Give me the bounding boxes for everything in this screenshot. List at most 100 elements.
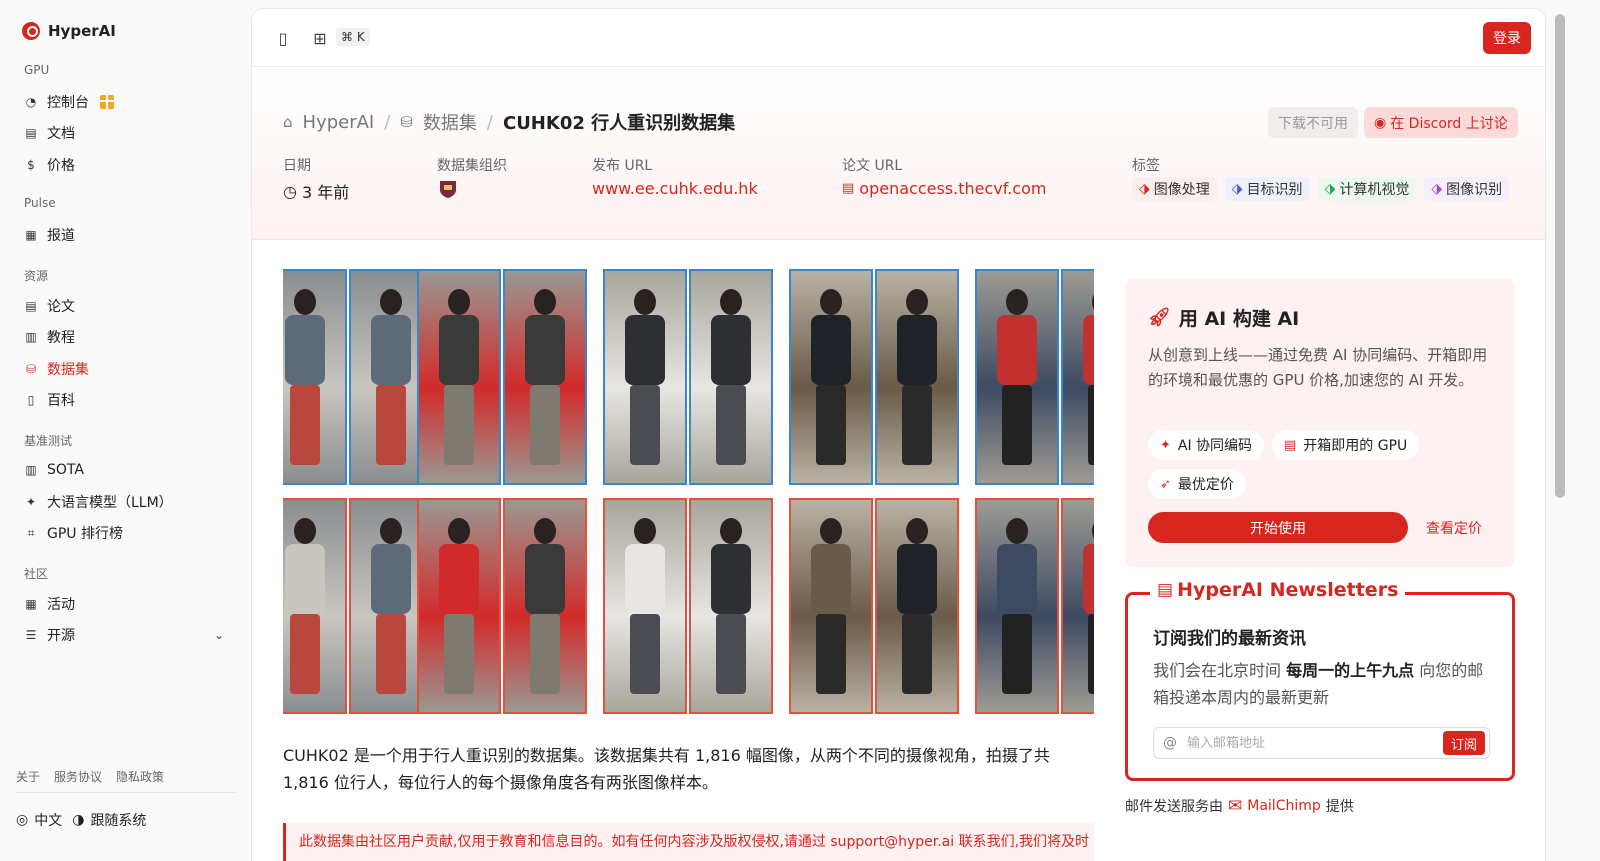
person-torso	[371, 544, 411, 614]
chip-best-price: ➶ 最优定价	[1148, 469, 1246, 499]
breadcrumb-home[interactable]: HyperAI	[303, 112, 375, 133]
newsletter-text-pre: 我们会在北京时间	[1153, 661, 1287, 680]
nav-section-resources: 资源	[24, 269, 49, 283]
ai-promo-title-text: 用 AI 构建 AI	[1178, 308, 1300, 330]
download-button[interactable]: 下载不可用	[1268, 107, 1358, 138]
pedestrian-photo	[975, 269, 1059, 485]
pedestrian-photo	[689, 269, 773, 485]
tag-icon: ⬗	[1431, 181, 1443, 197]
chevron-down-icon[interactable]: ⌄	[214, 628, 224, 642]
view-pricing-link[interactable]: 查看定价	[1426, 518, 1482, 538]
sidebar-item-opensource[interactable]: ☰ 开源	[24, 624, 75, 646]
discord-label: 在 Discord 上讨论	[1390, 115, 1508, 132]
page-scrollbar[interactable]	[1555, 14, 1565, 498]
hyperai-logo-icon	[22, 22, 40, 40]
tag-image-recognition[interactable]: ⬗ 图像识别	[1424, 177, 1510, 201]
about-link[interactable]: 关于	[16, 768, 40, 785]
pedestrian-photo	[789, 498, 873, 714]
person-legs	[530, 385, 560, 465]
mailchimp-link[interactable]: MailChimp	[1247, 798, 1321, 814]
breadcrumb-separator: /	[384, 111, 391, 133]
tag-computer-vision[interactable]: ⬗ 计算机视觉	[1317, 177, 1417, 201]
language-switch[interactable]: ◎ 中文	[16, 810, 62, 830]
sidebar-item-llm[interactable]: ✦ 大语言模型（LLM）	[24, 491, 173, 513]
pedestrian-photo	[603, 498, 687, 714]
calendar-icon: ▦	[25, 597, 37, 611]
person-head	[380, 289, 402, 315]
person-head	[906, 518, 928, 544]
doc-icon: ▤	[25, 126, 37, 140]
sidebar-item-papers[interactable]: ▤ 论文	[24, 295, 75, 317]
sidebar: HyperAI GPU ◔ 控制台 ▤ 文档 $ 价格 Pulse ▦ 报道 资…	[0, 0, 256, 861]
url-label: 发布 URL	[592, 158, 653, 174]
newsletter-text-bold: 每周一的上午九点	[1286, 661, 1415, 680]
breadcrumb-datasets[interactable]: 数据集	[423, 109, 477, 135]
person-head	[448, 518, 470, 544]
topbar: ▯ ⊞ ⌘ K 登录	[252, 9, 1545, 67]
sidebar-item-sota[interactable]: ▥ SOTA	[24, 459, 84, 481]
email-input[interactable]	[1187, 735, 1443, 751]
person-legs	[444, 385, 474, 465]
nav-section-benchmarks: 基准测试	[24, 434, 73, 448]
terms-link[interactable]: 服务协议	[54, 768, 102, 785]
person-torso	[525, 544, 565, 614]
sidebar-item-pricing[interactable]: $ 价格	[24, 154, 75, 176]
apps-grid-icon[interactable]: ⊞	[311, 29, 329, 48]
person-legs	[716, 385, 746, 465]
command-shortcut[interactable]: ⌘ K	[336, 28, 370, 46]
sidebar-item-events[interactable]: ▦ 活动	[24, 593, 75, 615]
chip-label: 开箱即用的 GPU	[1303, 438, 1408, 454]
sidebar-item-gpu-leaderboard[interactable]: ⌗ GPU 排行榜	[24, 522, 123, 544]
pedestrian-photo	[789, 269, 873, 485]
sidebar-item-wiki[interactable]: ▯ 百科	[24, 389, 75, 411]
clock-icon: ◷	[283, 181, 297, 201]
discord-icon: ◉	[1374, 114, 1387, 131]
file-icon: ▤	[842, 181, 855, 196]
server-icon: ▤	[1284, 437, 1297, 453]
person-torso	[439, 315, 479, 385]
sidebar-item-label: 控制台	[47, 95, 89, 111]
publish-url-link[interactable]: www.ee.cuhk.edu.hk	[592, 179, 758, 198]
chip-icon: ⌗	[27, 525, 35, 540]
tag-image-processing[interactable]: ⬗ 图像处理	[1132, 177, 1217, 201]
person-torso	[811, 544, 851, 614]
sidebar-item-console[interactable]: ◔ 控制台	[24, 91, 114, 113]
person-torso	[711, 315, 751, 385]
paper-url-text: openaccess.thecvf.com	[859, 179, 1047, 198]
person-torso	[997, 544, 1037, 614]
page-title: CUHK02 行人重识别数据集	[502, 113, 736, 134]
sample-pair	[417, 498, 587, 714]
tag-object-recognition[interactable]: ⬗ 目标识别	[1224, 177, 1310, 201]
theme-switch[interactable]: ◑ 跟随系统	[72, 810, 146, 830]
rocket-icon: ➶	[1160, 476, 1171, 492]
person-torso	[1083, 544, 1094, 614]
privacy-link[interactable]: 隐私政策	[116, 768, 164, 785]
start-button[interactable]: 开始使用	[1148, 512, 1408, 543]
login-button[interactable]: 登录	[1483, 22, 1531, 54]
sample-pair	[283, 269, 433, 485]
sidebar-item-tutorials[interactable]: ▥ 教程	[24, 326, 75, 348]
sidebar-item-news[interactable]: ▦ 报道	[24, 224, 75, 246]
person-legs	[902, 614, 932, 694]
brand-logo[interactable]: HyperAI	[22, 22, 116, 40]
person-head	[1092, 289, 1094, 315]
tag-label: 图像识别	[1446, 182, 1503, 198]
sidebar-item-docs[interactable]: ▤ 文档	[24, 122, 75, 144]
person-legs	[630, 614, 660, 694]
org-logo[interactable]	[437, 179, 459, 199]
paper-url-link[interactable]: ▤ openaccess.thecvf.com	[842, 179, 1046, 198]
sidebar-item-label: GPU 排行榜	[47, 526, 123, 542]
database-icon: ⛁	[400, 113, 413, 131]
footer-links: 关于 服务协议 隐私政策	[16, 768, 164, 785]
subscribe-button[interactable]: 订阅	[1442, 731, 1485, 755]
person-legs	[1002, 614, 1032, 694]
sparkle-icon: ✦	[1160, 437, 1171, 453]
sidebar-item-datasets[interactable]: ⛁ 数据集	[24, 358, 89, 380]
discord-button[interactable]: ◉ 在 Discord 上讨论	[1364, 107, 1518, 138]
settings-row: ◎ 中文 ◑ 跟随系统	[16, 810, 146, 830]
sidebar-toggle-icon[interactable]: ▯	[274, 29, 292, 48]
tag-icon: ⬗	[1231, 181, 1243, 197]
mail-icon: ✉	[1228, 796, 1243, 816]
tag-icon: ⬗	[1324, 181, 1336, 197]
copyright-notice: 此数据集由社区用户贡献,仅用于教育和信息目的。如有任何内容涉及版权侵权,请通过 …	[283, 823, 1094, 861]
